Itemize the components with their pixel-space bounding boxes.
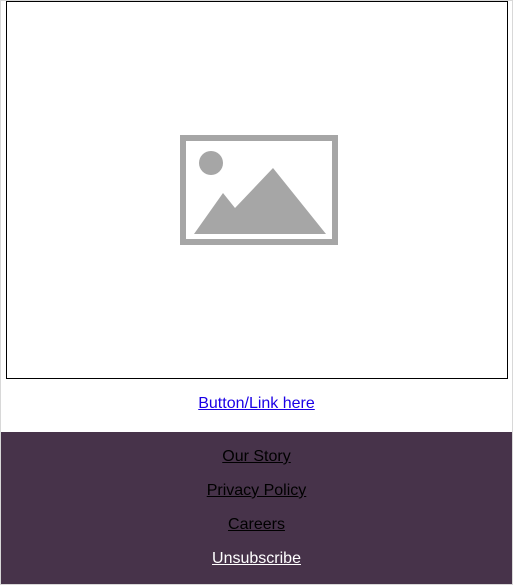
cta-container: Button/Link here xyxy=(1,395,512,413)
footer-link-unsubscribe[interactable]: Unsubscribe xyxy=(1,550,512,568)
image-placeholder-icon xyxy=(180,135,338,245)
footer-link-our-story[interactable]: Our Story xyxy=(1,448,512,466)
hero-image xyxy=(6,1,508,379)
footer-link-careers[interactable]: Careers xyxy=(1,516,512,534)
cta-link[interactable]: Button/Link here xyxy=(198,395,315,412)
footer: Our Story Privacy Policy Careers Unsubsc… xyxy=(1,432,512,584)
email-frame: Button/Link here Our Story Privacy Polic… xyxy=(0,0,513,585)
footer-link-privacy-policy[interactable]: Privacy Policy xyxy=(1,482,512,500)
